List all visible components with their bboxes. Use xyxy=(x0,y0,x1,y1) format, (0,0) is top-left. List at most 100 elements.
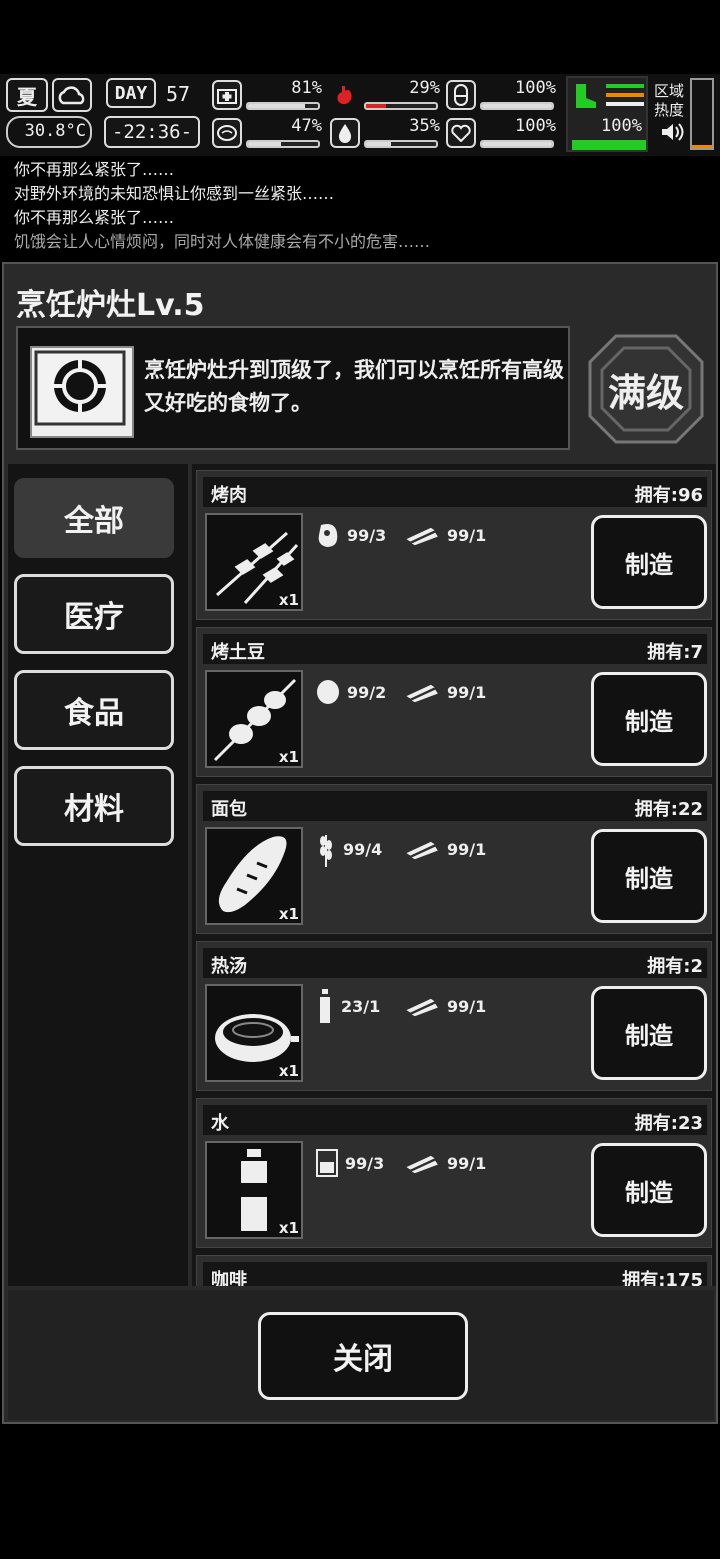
req-value: 99/3 xyxy=(347,525,387,545)
firewood-icon xyxy=(403,1154,441,1175)
category-sidebar: 全部 医疗 食品 材料 xyxy=(8,464,188,1286)
recipe-item-hot-soup: 热汤 拥有:2 x1 23/1 99/1 制造 xyxy=(196,941,712,1091)
heart-icon xyxy=(446,118,476,148)
weather-cloud-icon xyxy=(52,78,92,112)
water-bottle-icon: x1 xyxy=(205,1141,303,1239)
health-bar xyxy=(246,102,320,110)
brain-icon xyxy=(212,118,242,148)
max-level-badge: 满级 xyxy=(586,332,706,446)
req-value: 99/1 xyxy=(447,996,487,1016)
energy-panel: 100% xyxy=(566,76,648,152)
day-label: DAY xyxy=(114,82,148,104)
req-value: 99/1 xyxy=(447,682,487,702)
hunger-bar xyxy=(364,102,438,110)
craft-button[interactable]: 制造 xyxy=(591,1143,707,1237)
bottom-bar: 关闭 xyxy=(8,1290,714,1420)
filter-icon xyxy=(316,1149,338,1177)
category-medical-tab[interactable]: 医疗 xyxy=(14,574,174,654)
cooking-stove-panel: 烹饪炉灶Lv.5 烹饪炉灶升到顶级了，我们可以烹饪所有高级又好吃的食物了。 满级… xyxy=(2,262,718,1424)
recipe-item-roast-potato: 烤土豆 拥有:7 x1 99/2 99/1 制造 xyxy=(196,627,712,777)
recipe-list[interactable]: 烤肉 拥有:96 x1 99/3 99/1 制造 烤土豆 拥有:7 x1 99/2 … xyxy=(192,464,716,1286)
owned-count: 拥有:175 xyxy=(622,1270,703,1286)
owned-count: 拥有:96 xyxy=(634,485,703,506)
category-materials-tab[interactable]: 材料 xyxy=(14,766,174,846)
heat-label: 热度 xyxy=(654,101,685,119)
recipe-name: 烤肉 xyxy=(211,485,247,506)
requirement: 99/4 xyxy=(315,835,383,867)
owned-count: 拥有:22 xyxy=(634,799,703,820)
close-button[interactable]: 关闭 xyxy=(258,1312,468,1400)
stove-description: 烹饪炉灶升到顶级了，我们可以烹饪所有高级又好吃的食物了。 xyxy=(144,358,564,415)
water-drop-icon xyxy=(330,118,360,148)
boot-icon xyxy=(576,84,596,108)
req-value: 99/2 xyxy=(347,682,387,702)
skewer-meat-icon: x1 xyxy=(205,513,303,611)
mind-bar xyxy=(246,140,320,148)
stamina-bar xyxy=(480,102,554,110)
log-line: 饥饿会让人心情烦闷，同时对人体健康会有不小的危害…… xyxy=(14,232,431,251)
wheat-icon xyxy=(320,835,332,867)
stat-thirst: 35% xyxy=(330,116,442,152)
recipe-name: 面包 xyxy=(211,799,247,820)
stat-stamina: 100% xyxy=(446,78,558,114)
recipe-name: 烤土豆 xyxy=(211,642,265,663)
stove-icon xyxy=(30,346,134,438)
recipe-name: 水 xyxy=(211,1113,229,1134)
req-value: 99/4 xyxy=(343,839,383,859)
requirement: 99/1 xyxy=(403,835,486,863)
temperature-value: 30.8°C xyxy=(24,121,86,141)
clock-time: -22:36- xyxy=(111,121,193,143)
stove-description-box: 烹饪炉灶升到顶级了，我们可以烹饪所有高级又好吃的食物了。 xyxy=(16,326,570,450)
log-line: 你不再那么紧张了…… xyxy=(14,160,175,179)
category-all-tab[interactable]: 全部 xyxy=(14,478,174,558)
day-label-box: DAY xyxy=(106,78,156,108)
craft-button[interactable]: 制造 xyxy=(591,672,707,766)
max-level-label: 满级 xyxy=(607,371,684,415)
requirement: 99/2 xyxy=(315,678,386,706)
status-hud: 夏 30.8°C DAY 57 -22:36- 81% 47% 29% 35% … xyxy=(0,74,720,156)
medkit-icon xyxy=(212,80,242,110)
yield-qty: x1 xyxy=(278,905,299,923)
req-value: 99/1 xyxy=(447,525,487,545)
req-value: 99/3 xyxy=(345,1153,385,1173)
mood-bar xyxy=(480,140,554,148)
bottle-icon xyxy=(320,989,330,1023)
requirement: 99/1 xyxy=(403,521,486,549)
speaker-icon[interactable] xyxy=(660,122,686,142)
potato-icon xyxy=(317,680,339,704)
stamina-value: 100% xyxy=(515,78,556,98)
energy-value: 100% xyxy=(601,116,642,136)
log-line: 对野外环境的未知恐惧让你感到一丝紧张…… xyxy=(14,184,335,203)
stat-hunger: 29% xyxy=(330,78,442,114)
req-value: 99/1 xyxy=(447,1153,487,1173)
recipe-name: 热汤 xyxy=(211,956,247,977)
category-food-tab[interactable]: 食品 xyxy=(14,670,174,750)
req-value: 23/1 xyxy=(341,996,381,1016)
capsule-icon xyxy=(446,80,476,110)
requirement: 99/3 xyxy=(315,521,386,549)
thermometer: 30.8°C xyxy=(6,116,92,148)
soup-pot-icon: x1 xyxy=(205,984,303,1082)
heat-meter xyxy=(690,78,714,150)
requirement: 99/1 xyxy=(403,992,486,1020)
hunger-value: 29% xyxy=(409,78,440,98)
energy-bar xyxy=(572,140,646,150)
craft-button[interactable]: 制造 xyxy=(591,986,707,1080)
clock-box: -22:36- xyxy=(104,116,200,148)
log-line: 你不再那么紧张了…… xyxy=(14,208,175,227)
season-indicator: 夏 xyxy=(6,78,48,112)
req-value: 99/1 xyxy=(447,839,487,859)
skewer-potato-icon: x1 xyxy=(205,670,303,768)
recipe-item-coffee: 咖啡 拥有:175 xyxy=(196,1255,712,1286)
stat-mind: 47% xyxy=(212,116,324,152)
stat-health: 81% xyxy=(212,78,324,114)
craft-button[interactable]: 制造 xyxy=(591,829,707,923)
panel-title: 烹饪炉灶Lv.5 xyxy=(16,288,205,323)
recipe-name: 咖啡 xyxy=(211,1270,247,1286)
firewood-icon xyxy=(403,840,441,861)
owned-count: 拥有:2 xyxy=(647,956,703,977)
craft-button[interactable]: 制造 xyxy=(591,515,707,609)
bread-icon: x1 xyxy=(205,827,303,925)
region-label: 区域 xyxy=(654,82,685,100)
recipe-item-roast-meat: 烤肉 拥有:96 x1 99/3 99/1 制造 xyxy=(196,470,712,620)
